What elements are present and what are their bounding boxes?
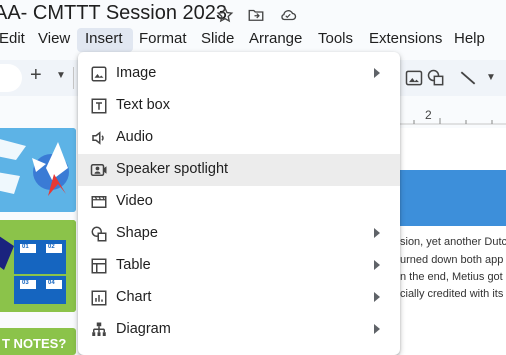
submenu-arrow-icon (374, 260, 380, 270)
menu-bar: Edit View Insert Format Slide Arrange To… (0, 28, 506, 52)
slide-body-line-3: n the end, Metius got a (400, 271, 506, 283)
menu-item-label: Speaker spotlight (116, 161, 229, 177)
slide-body-line-1: sion, yet another Dutc (400, 236, 506, 248)
menu-item-chart[interactable]: Chart (78, 282, 400, 314)
menu-extensions[interactable]: Extensions (369, 30, 442, 47)
slide-body-line-4: cially credited with its (400, 288, 504, 300)
menu-item-audio[interactable]: Audio (78, 122, 400, 154)
submenu-arrow-icon (374, 324, 380, 334)
chart-icon (91, 290, 107, 306)
cloud-saved-icon[interactable] (279, 6, 297, 24)
menu-item-shape[interactable]: Shape (78, 218, 400, 250)
submenu-arrow-icon (374, 228, 380, 238)
menu-item-label: Table (116, 257, 151, 273)
slide-thumbnail-2[interactable]: 01 02 03 04 (0, 220, 76, 312)
menu-arrange[interactable]: Arrange (249, 30, 302, 47)
shape-icon (91, 226, 107, 242)
shape-tool-icon[interactable] (426, 68, 446, 88)
horizontal-ruler (400, 118, 506, 125)
menu-help[interactable]: Help (454, 30, 485, 47)
chevron-down-icon[interactable]: ▼ (56, 70, 66, 81)
text-box-icon (91, 98, 107, 114)
menu-edit[interactable]: Edit (0, 30, 25, 47)
menu-item-table[interactable]: Table (78, 250, 400, 282)
thumb-box-3: 03 (22, 280, 29, 286)
thumb-notes-text: T NOTES? (2, 336, 67, 351)
thumb-box-4: 04 (48, 280, 55, 286)
image-icon (91, 66, 107, 82)
thumb-box-2: 02 (48, 244, 55, 250)
menu-item-label: Video (116, 193, 153, 209)
thumb-box-1: 01 (22, 244, 29, 250)
menu-format[interactable]: Format (139, 30, 187, 47)
move-to-folder-icon[interactable] (247, 6, 265, 24)
submenu-arrow-icon (374, 68, 380, 78)
submenu-arrow-icon (374, 292, 380, 302)
menu-item-label: Diagram (116, 321, 171, 337)
line-chevron-down-icon[interactable]: ▼ (486, 72, 496, 83)
ruler-mark: 2 (425, 108, 432, 122)
toolbar-divider (73, 67, 74, 89)
menu-item-speaker-spotlight[interactable]: Speaker spotlight (78, 154, 400, 186)
menu-item-video[interactable]: Video (78, 186, 400, 218)
star-icon[interactable] (216, 6, 234, 24)
audio-icon (92, 131, 104, 145)
line-tool-icon[interactable] (458, 68, 478, 88)
menu-item-image[interactable]: Image (78, 58, 400, 90)
menu-item-label: Shape (116, 225, 158, 241)
add-slide-button[interactable]: + (30, 64, 42, 87)
image-tool-icon[interactable] (404, 68, 424, 88)
table-icon (91, 258, 107, 274)
speaker-spotlight-icon (90, 164, 107, 176)
diagram-icon (92, 322, 106, 336)
document-title[interactable]: AA- CMTTT Session 2023 (0, 2, 227, 25)
menu-item-text-box[interactable]: Text box (78, 90, 400, 122)
menu-item-label: Image (116, 65, 157, 81)
video-icon (91, 196, 107, 208)
slide-thumbnail-3[interactable]: T NOTES? (0, 328, 76, 355)
slide-blue-panel (400, 170, 506, 226)
insert-menu: Image Text box Audio Speaker spotlight V… (78, 52, 400, 355)
slide-body-line-2: urned down both app (400, 254, 504, 266)
slide-thumbnail-1[interactable] (0, 128, 76, 212)
menu-item-diagram[interactable]: Diagram (78, 314, 400, 346)
menu-item-label: Audio (116, 129, 154, 145)
menu-view[interactable]: View (38, 30, 70, 47)
menu-insert[interactable]: Insert (85, 30, 123, 47)
menu-tools[interactable]: Tools (318, 30, 353, 47)
menu-slide[interactable]: Slide (201, 30, 234, 47)
menu-item-label: Text box (116, 97, 170, 113)
menu-item-label: Chart (116, 289, 152, 305)
